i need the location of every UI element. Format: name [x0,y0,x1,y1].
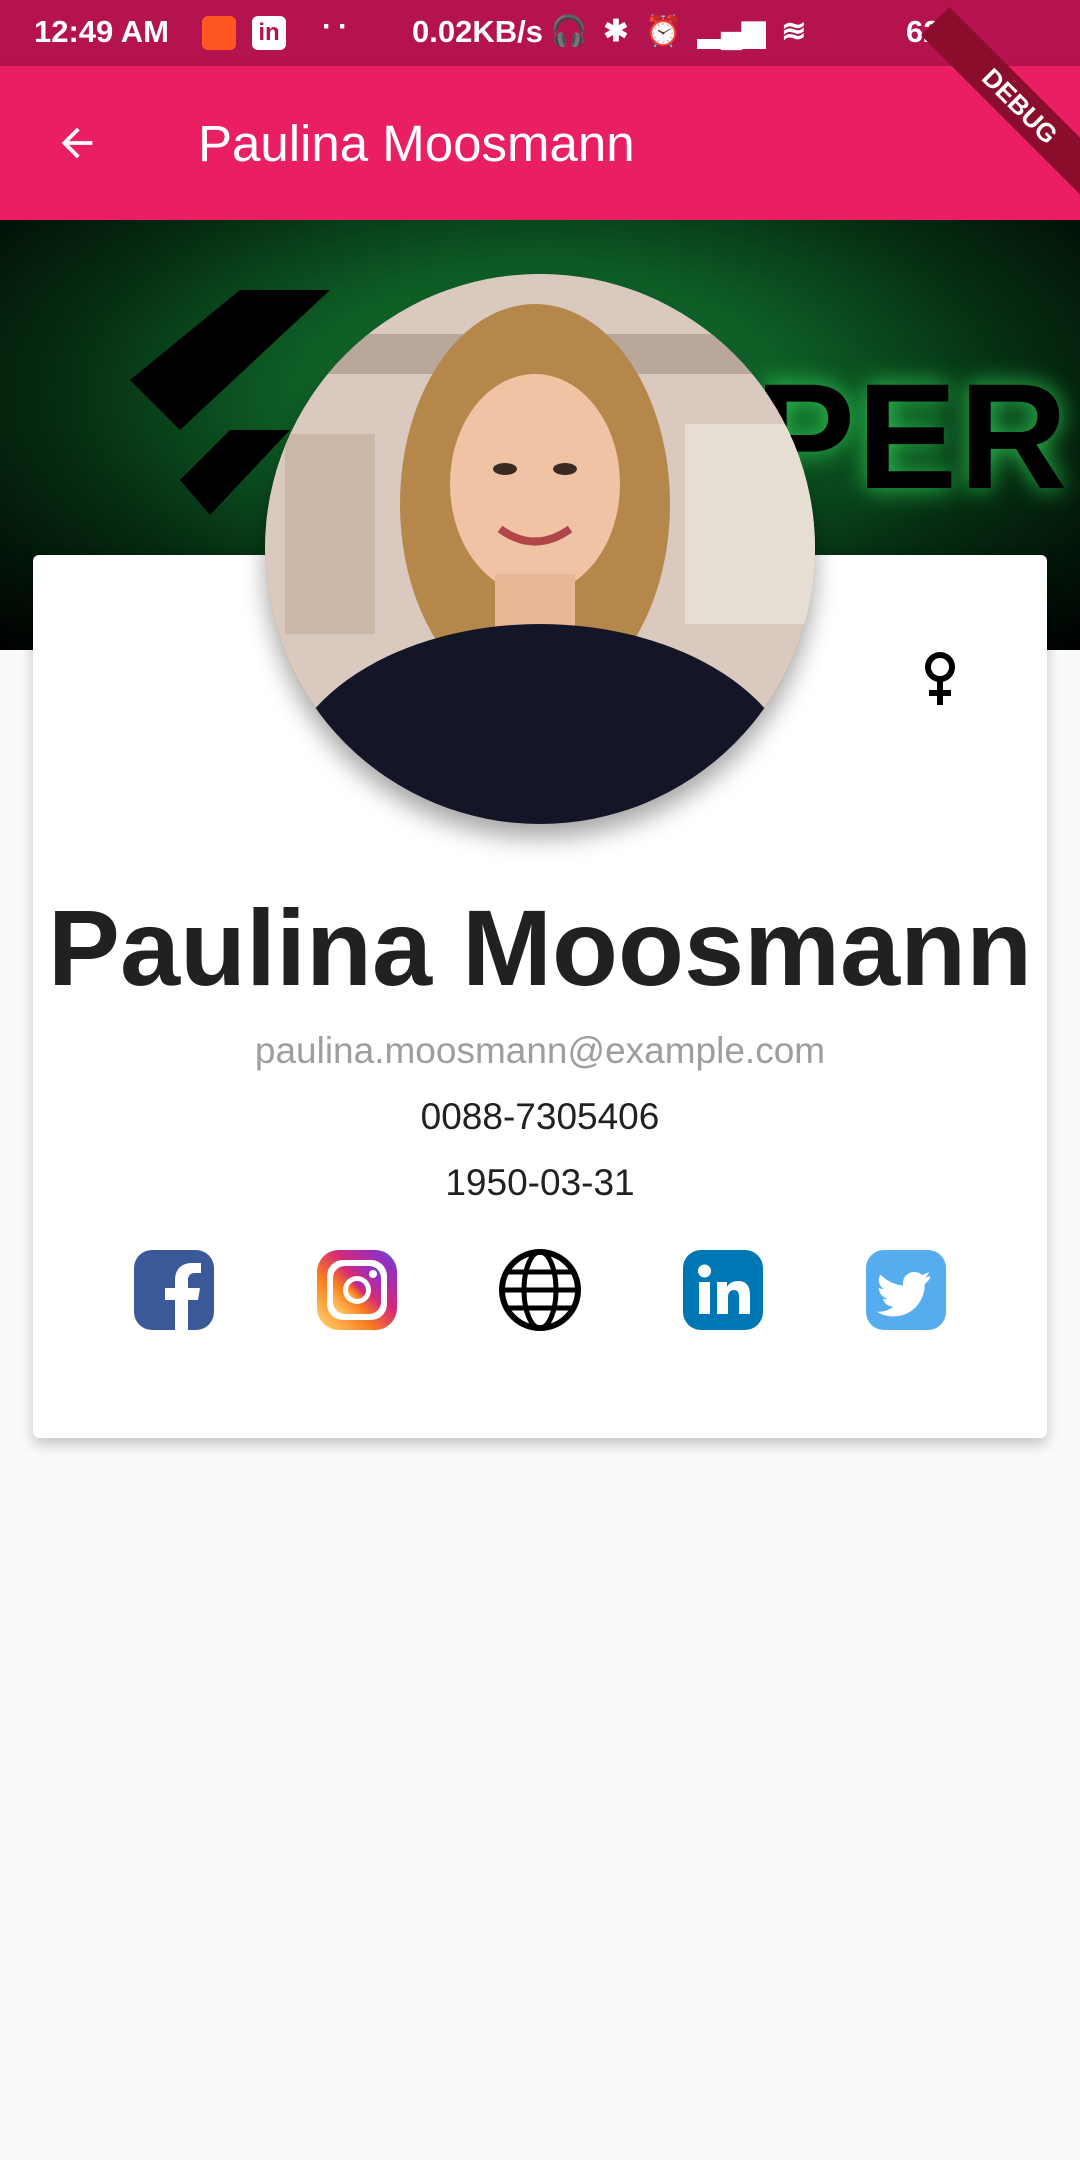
alarm-icon: ⏰ [644,15,682,48]
profile-phone: 0088-7305406 [420,1096,660,1137]
notification-app-icon [202,16,236,50]
status-bar: 12:49 AM in ·· 0.02KB/s 🎧 ✱ ⏰ ▂▄▆ ≋ 62% [0,0,1080,66]
facebook-icon[interactable] [132,1248,216,1332]
wifi-icon: ≋ [781,15,807,48]
arrow-back-icon [61,127,93,159]
linkedin-notification-icon: in [252,16,286,50]
profile-name: Paulina Moosmann [47,887,1033,1008]
bluetooth-icon: ✱ [603,15,629,48]
network-speed: 0.02KB/s [412,14,543,49]
linkedin-icon[interactable] [681,1248,765,1332]
avatar [265,274,815,824]
globe-icon[interactable] [498,1248,582,1332]
status-icons: 🎧 ✱ ⏰ ▂▄▆ ≋ [550,14,806,49]
social-links [0,1248,1080,1332]
avatar-photo [265,274,815,824]
app-bar: Paulina Moosmann DEBUG [0,7,1080,220]
profile-email: paulina.moosmann@example.com [254,1030,826,1071]
more-notifications-icon: ·· [322,10,354,43]
page-title: Paulina Moosmann [198,115,635,172]
twitter-icon[interactable] [864,1248,948,1332]
status-time: 12:49 AM [34,14,169,49]
profile-dob: 1950-03-31 [445,1162,635,1203]
signal-icon: ▂▄▆ [697,15,766,48]
headphones-icon: 🎧 [550,15,588,48]
instagram-icon[interactable] [315,1248,399,1332]
female-icon [925,652,955,705]
back-button[interactable] [44,110,110,176]
